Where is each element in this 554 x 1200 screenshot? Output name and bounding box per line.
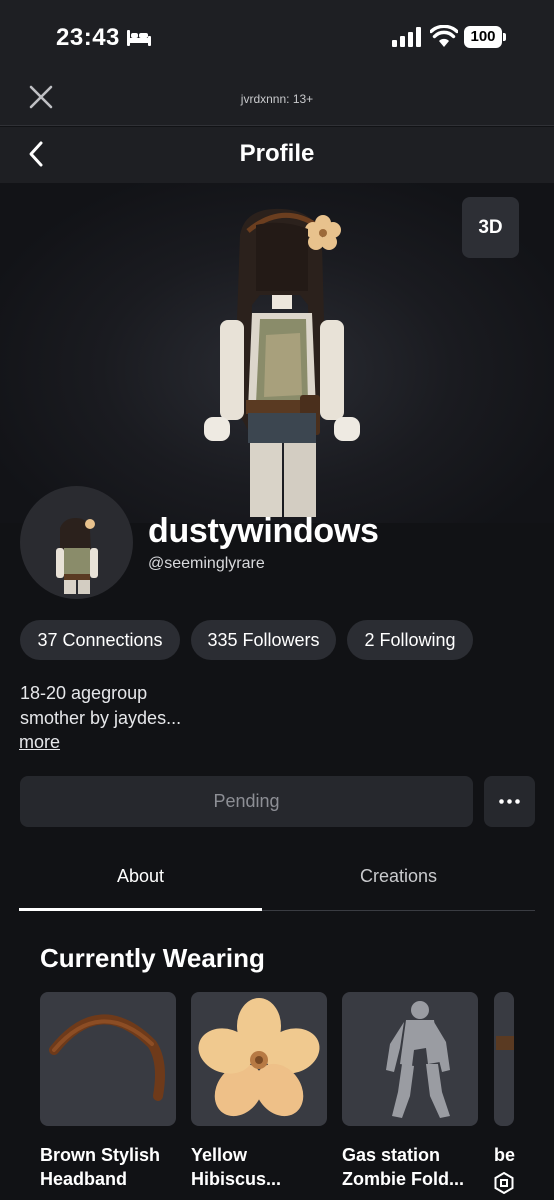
currently-wearing-title: Currently Wearing — [40, 943, 265, 973]
tab-about[interactable]: About — [19, 866, 262, 887]
status-time: 23:43 — [56, 24, 120, 51]
wearing-item-card-partial[interactable] — [494, 992, 514, 1126]
battery-icon: 100 — [464, 26, 506, 48]
item-name-line: Gas station — [342, 1145, 441, 1165]
zombie-thumbnail — [386, 1001, 450, 1118]
wearing-item-card[interactable] — [40, 992, 176, 1126]
page-title: Profile — [239, 140, 315, 167]
battery-level: 100 — [464, 26, 502, 48]
profile-screen: 23:43 100 jvrdxnnn: 13+ Profile 3D dusty… — [0, 0, 554, 1200]
avatar-hero: 3D — [0, 183, 554, 523]
wearing-item-name[interactable]: Brown Stylish Headband — [40, 1143, 180, 1191]
tab-creations[interactable]: Creations — [277, 866, 520, 887]
item-name-line: Hibiscus... — [191, 1169, 282, 1189]
item-name-line: Brown Stylish — [40, 1145, 161, 1165]
partial-thumbnail — [496, 1036, 514, 1050]
connections-pill[interactable]: 37 Connections — [20, 620, 180, 660]
wearing-item-card[interactable] — [191, 992, 327, 1126]
followers-pill[interactable]: 335 Followers — [191, 620, 336, 660]
wearing-item-card[interactable] — [342, 992, 478, 1126]
hibiscus-thumbnail — [198, 998, 320, 1117]
bio-line-2: smother by jaydes... — [20, 708, 182, 728]
item-name-line: Yellow — [191, 1145, 248, 1165]
wearing-item-name[interactable]: be — [494, 1143, 534, 1167]
robux-icon — [494, 1172, 514, 1194]
bed-icon — [127, 30, 151, 46]
headband-thumbnail — [49, 1014, 165, 1101]
avatar-headshot[interactable] — [20, 486, 133, 599]
battery-tip — [503, 33, 506, 41]
3d-view-button[interactable]: 3D — [462, 197, 519, 258]
pending-button[interactable]: Pending — [20, 776, 473, 827]
avatar-headshot-image — [56, 518, 98, 594]
display-name: dustywindows — [148, 512, 379, 550]
webview-header: jvrdxnnn: 13+ — [0, 72, 554, 126]
following-pill[interactable]: 2 Following — [347, 620, 473, 660]
profile-nav-bar: Profile — [0, 127, 554, 183]
bio-more-link[interactable]: more — [19, 732, 60, 753]
wifi-icon — [430, 25, 458, 47]
more-options-button[interactable] — [484, 776, 535, 827]
bio-line-1: 18-20 agegroup — [20, 683, 148, 703]
wearing-item-name[interactable]: Yellow Hibiscus... — [191, 1143, 331, 1191]
item-name-line: Headband — [40, 1169, 128, 1189]
ellipsis-icon — [499, 799, 520, 804]
tab-active-indicator — [19, 908, 262, 911]
webview-url: jvrdxnnn: 13+ — [240, 92, 314, 106]
status-bar: 23:43 100 — [0, 0, 554, 72]
signal-icon — [392, 27, 421, 47]
item-name-line: be — [494, 1145, 516, 1165]
username: @seeminglyrare — [148, 555, 265, 572]
avatar-3d-render[interactable] — [190, 195, 370, 517]
wearing-item-name[interactable]: Gas station Zombie Fold... — [342, 1143, 482, 1191]
item-name-line: Zombie Fold... — [342, 1169, 464, 1189]
